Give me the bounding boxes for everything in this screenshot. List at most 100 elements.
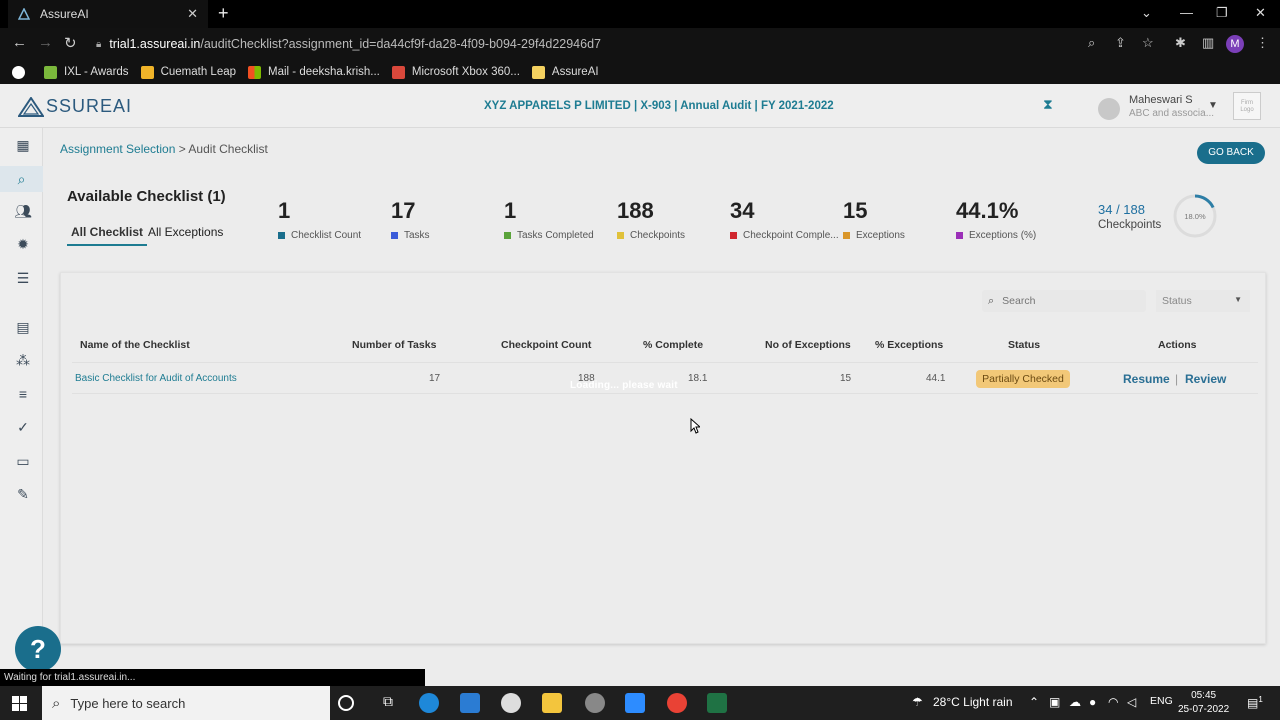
task-view-icon[interactable]: ⧉ (378, 693, 398, 713)
document-icon[interactable]: ☰ (14, 269, 32, 287)
checklist-name-link[interactable]: Basic Checklist for Audit of Accounts (75, 373, 237, 384)
dell-icon[interactable] (501, 693, 521, 713)
notification-icon[interactable]: ▤1 (1247, 695, 1263, 710)
microphone-icon[interactable]: ● (1089, 695, 1096, 709)
reload-icon[interactable]: ↻ (64, 34, 77, 52)
stat-exceptions-percent: 44.1% Exceptions (%) (956, 198, 1037, 241)
settings-edit-icon[interactable]: ✎ (14, 485, 32, 503)
browser-tab[interactable]: AssureAI ✕ (8, 0, 208, 28)
checkpoint-progress: 34 / 188 Checkpoints (1098, 202, 1161, 231)
check-circle-icon[interactable]: ✓ (14, 418, 32, 436)
user-name: Maheswari S (1129, 94, 1193, 106)
team-icon[interactable]: ⁂ (14, 351, 32, 369)
legend-swatch (504, 232, 511, 239)
weather-icon[interactable]: ☂︎ (912, 695, 923, 709)
chevron-down-icon[interactable]: ▼ (1208, 100, 1218, 111)
progress-ring: 18.0% (1173, 194, 1217, 238)
comment-icon[interactable]: ▭ (14, 452, 32, 470)
col-header-exceptions-pct[interactable]: % Exceptions (875, 339, 943, 351)
bookmark-xbox[interactable]: Microsoft Xbox 360... (391, 65, 520, 79)
row-divider (72, 393, 1258, 394)
back-icon[interactable]: ← (12, 34, 27, 51)
url-field[interactable]: 🔒︎ trial1.assureai.in/auditChecklist?ass… (96, 31, 1276, 57)
bookmark-mail[interactable]: Mail - deeksha.krish... (248, 65, 380, 79)
volume-icon[interactable]: ◁ (1127, 695, 1136, 709)
assureai-logo[interactable]: SSUREAI (18, 96, 132, 117)
close-window-icon[interactable]: ✕ (1255, 5, 1266, 21)
bookmark-cuemath[interactable]: Cuemath Leap (140, 65, 236, 79)
tab-all-exceptions[interactable]: All Exceptions (148, 225, 223, 239)
google-icon[interactable] (12, 65, 32, 79)
side-panel-icon[interactable]: ▥ (1202, 35, 1214, 51)
tab-search-chevron-icon[interactable]: ⌄ (1141, 5, 1152, 21)
legend-swatch (843, 232, 850, 239)
col-header-exceptions[interactable]: No of Exceptions (765, 339, 851, 351)
dashboard-icon[interactable]: ▦ (14, 136, 32, 154)
language-indicator[interactable]: ENG (1150, 695, 1173, 707)
snipping-tool-icon[interactable] (585, 693, 605, 713)
meet-icon[interactable]: ▣ (1049, 695, 1060, 709)
taskbar-search[interactable]: ⌕ Type here to search (42, 686, 330, 720)
bookmark-assureai[interactable]: AssureAI (531, 65, 599, 79)
bug-icon[interactable]: ✹ (14, 235, 32, 253)
onedrive-icon[interactable]: ☁︎ (1069, 695, 1081, 709)
excel-icon[interactable] (707, 693, 727, 713)
user-avatar (1098, 98, 1120, 120)
review-link[interactable]: Review (1185, 372, 1226, 386)
mail-icon[interactable] (460, 693, 480, 713)
zoom-app-icon[interactable] (625, 693, 645, 713)
list-check-icon[interactable]: ≡ (14, 385, 32, 403)
bookmarks-bar: IXL - Awards Cuemath Leap Mail - deeksha… (0, 60, 1280, 84)
clock[interactable]: 05:45 25-07-2022 (1178, 689, 1229, 717)
resume-link[interactable]: Resume (1123, 372, 1170, 386)
edge-icon[interactable] (419, 693, 439, 713)
bookmark-ixl[interactable]: IXL - Awards (44, 65, 129, 79)
tray-chevron-icon[interactable]: ⌃ (1029, 695, 1039, 709)
share-icon[interactable]: ⇪ (1115, 35, 1126, 51)
chevron-down-icon: ▼ (1234, 295, 1242, 304)
col-header-checkpoints[interactable]: Checkpoint Count (501, 339, 591, 351)
breadcrumb-assignment-selection[interactable]: Assignment Selection (60, 142, 175, 156)
go-back-button[interactable]: GO BACK (1197, 142, 1265, 164)
cortana-icon[interactable] (338, 695, 354, 711)
windows-start-icon[interactable] (12, 696, 27, 711)
search-box[interactable]: ⌕ (982, 290, 1146, 312)
folder-icon (531, 65, 545, 79)
new-tab-icon[interactable]: + (218, 3, 229, 24)
col-header-name[interactable]: Name of the Checklist (80, 339, 190, 351)
cell-complete: 18.1 (688, 373, 708, 384)
firm-logo: Firm Logo (1233, 92, 1261, 120)
users-icon[interactable]: 👥︎ (14, 202, 32, 220)
tab-all-checklist[interactable]: All Checklist (67, 225, 148, 246)
logo-triangle-icon (18, 96, 44, 117)
minimize-icon[interactable]: — (1180, 5, 1193, 20)
bookmark-star-icon[interactable]: ☆ (1142, 35, 1154, 51)
hourglass-icon[interactable]: ⧗ (1043, 96, 1053, 113)
wifi-icon[interactable]: ◠ (1108, 695, 1118, 709)
close-tab-icon[interactable]: ✕ (187, 6, 198, 22)
help-button[interactable]: ? (15, 626, 61, 672)
breadcrumb-current: Audit Checklist (188, 142, 268, 156)
search-input[interactable] (1002, 295, 1123, 307)
sidebar: ▦ ⌕ 👥︎ ✹ ☰ ▤ ⁂ ≡ ✓ ▭ ✎ (0, 128, 43, 668)
progress-ring-label: 18.0% (1184, 212, 1206, 221)
profile-avatar[interactable]: M (1226, 35, 1244, 53)
url-domain: trial1.assureai.in (109, 37, 201, 51)
chrome-icon[interactable] (667, 693, 687, 713)
legend-swatch (278, 232, 285, 239)
col-header-tasks[interactable]: Number of Tasks (352, 339, 436, 351)
weather-text[interactable]: 28°C Light rain (933, 695, 1013, 709)
menu-dots-icon[interactable]: ⋮ (1256, 35, 1269, 51)
building-icon[interactable]: ▤ (14, 318, 32, 336)
checklist-search-icon[interactable]: ⌕ (0, 166, 43, 192)
status-badge: Partially Checked (976, 370, 1070, 388)
forward-icon[interactable]: → (38, 34, 53, 51)
logo-text: SSUREAI (46, 96, 133, 116)
restore-icon[interactable]: ❐ (1216, 5, 1228, 21)
stat-tasks: 17 Tasks (391, 198, 430, 241)
zoom-icon[interactable]: ⌕ (1088, 35, 1095, 51)
file-explorer-icon[interactable] (542, 693, 562, 713)
status-filter-select[interactable]: Status ▼ (1156, 290, 1250, 312)
extensions-icon[interactable]: ✱ (1175, 35, 1186, 51)
col-header-complete[interactable]: % Complete (643, 339, 703, 351)
